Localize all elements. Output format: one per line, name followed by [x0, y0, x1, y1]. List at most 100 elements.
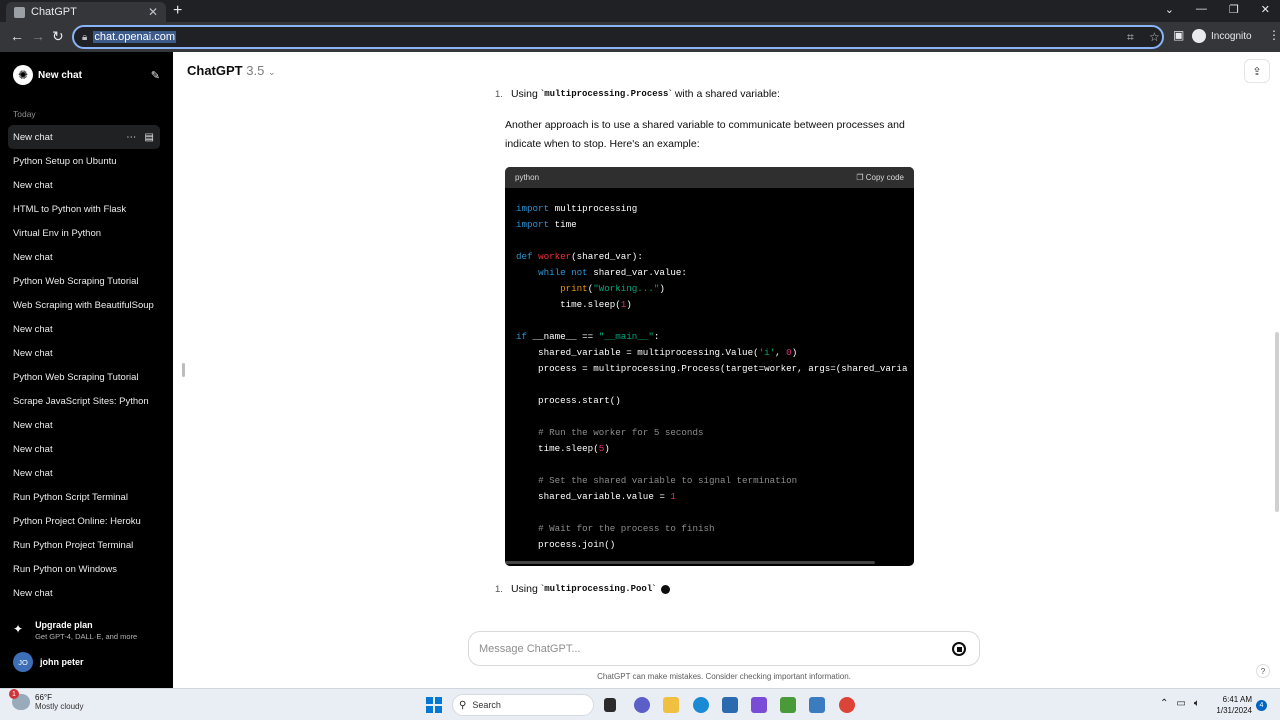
page-scrollbar[interactable]: [1275, 332, 1279, 512]
user-name: john peter: [40, 657, 84, 667]
history-item-label: Python Web Scraping Tutorial: [13, 371, 139, 383]
history-item[interactable]: New chat: [8, 317, 160, 341]
chevron-down-icon: ⌄: [267, 67, 276, 77]
history-item[interactable]: Run Python on Windows: [8, 557, 160, 581]
message-composer[interactable]: [468, 631, 980, 666]
history-item[interactable]: New chat: [8, 413, 160, 437]
user-menu[interactable]: JO john peter: [13, 652, 84, 672]
notification-badge[interactable]: 4: [1256, 700, 1267, 711]
history-item[interactable]: New chat: [8, 581, 160, 605]
history-item[interactable]: New chat: [8, 461, 160, 485]
file-explorer-icon[interactable]: [663, 697, 679, 713]
restore-icon[interactable]: ❐: [1229, 3, 1239, 16]
model-name: ChatGPT: [187, 63, 243, 78]
chat-main: ChatGPT 3.5 ⌄ ⇪ 1. Using ` multiprocessin…: [173, 52, 1280, 688]
windows-start-icon[interactable]: [426, 697, 442, 713]
history-item[interactable]: Python Web Scraping Tutorial: [8, 365, 160, 389]
history-item[interactable]: New chat: [8, 173, 160, 197]
qr-code-icon[interactable]: ⌗: [1127, 30, 1134, 45]
history-item-label: Python Project Online: Heroku: [13, 515, 141, 527]
forward-icon[interactable]: →: [31, 28, 45, 44]
copy-code-button[interactable]: ❐ Copy code: [856, 173, 904, 182]
search-label: Search: [472, 700, 501, 710]
history-item[interactable]: Virtual Env in Python: [8, 221, 160, 245]
history-item[interactable]: New chat: [8, 245, 160, 269]
task-view-icon[interactable]: [604, 698, 616, 712]
openai-logo-icon: ✺: [13, 65, 33, 85]
address-bar[interactable]: 🔒︎ chat.openai.com ⌗ ☆: [72, 25, 1164, 49]
history-item[interactable]: Python Project Online: Heroku: [8, 509, 160, 533]
browser-tab[interactable]: ChatGPT ✕: [6, 2, 166, 22]
clock-date: 1/31/2024: [1216, 706, 1252, 715]
windows-taskbar: 1 66°F Mostly cloudy ⚲ Search ⌃ ▭ 🔈︎ 6:4…: [0, 688, 1280, 720]
taskbar-search[interactable]: ⚲ Search: [452, 694, 594, 716]
history-item[interactable]: New chat: [8, 437, 160, 461]
minimize-icon[interactable]: —: [1196, 3, 1207, 16]
chevron-down-icon[interactable]: ⌄: [1165, 3, 1174, 16]
store-icon[interactable]: [722, 697, 738, 713]
history-item-label: Run Python Project Terminal: [13, 539, 134, 551]
code-line: time.sleep(1): [516, 299, 632, 310]
new-tab-icon[interactable]: +: [173, 2, 182, 20]
teams-chat-icon[interactable]: [634, 697, 650, 713]
reload-icon[interactable]: ↻: [52, 28, 64, 45]
history-item[interactable]: Python Setup on Ubuntu: [8, 149, 160, 173]
history-item-label: New chat: [13, 251, 53, 263]
history-item[interactable]: New chat: [8, 341, 160, 365]
url-text[interactable]: chat.openai.com: [93, 31, 177, 43]
history-item[interactable]: Scrape JavaScript Sites: Python: [8, 389, 160, 413]
lock-icon[interactable]: 🔒︎: [82, 32, 87, 43]
help-button[interactable]: ?: [1256, 664, 1270, 678]
close-tab-icon[interactable]: ✕: [148, 5, 158, 19]
more-options-icon[interactable]: ⋯: [126, 132, 136, 143]
browser-menu-icon[interactable]: ⋮: [1268, 28, 1280, 42]
archive-icon[interactable]: ▤: [145, 132, 154, 143]
history-item[interactable]: Python Web Scraping Tutorial: [8, 269, 160, 293]
side-panel-icon[interactable]: ▣: [1173, 28, 1184, 42]
history-item[interactable]: New chat ⋯ ▤: [8, 125, 160, 149]
message-input[interactable]: [479, 640, 919, 658]
list-suffix: `: [652, 583, 656, 595]
window-controls: ⌄ — ❐ ✕: [1165, 3, 1270, 16]
close-window-icon[interactable]: ✕: [1261, 3, 1270, 16]
sidebar-resize-handle[interactable]: [182, 363, 185, 377]
stop-generating-button[interactable]: [952, 642, 966, 656]
photos-icon[interactable]: [809, 697, 825, 713]
weather-widget[interactable]: 1 66°F Mostly cloudy: [9, 689, 83, 711]
compose-icon[interactable]: ✎: [151, 69, 160, 82]
network-icon[interactable]: ▭: [1176, 698, 1185, 709]
upgrade-plan-button[interactable]: ✦ Upgrade plan Get GPT-4, DALL·E, and mo…: [13, 620, 137, 641]
notepad-icon[interactable]: [780, 697, 796, 713]
app-icon[interactable]: [751, 697, 767, 713]
new-chat-button[interactable]: ✺ New chat ✎: [8, 62, 160, 88]
code-line: process = multiprocessing.Process(target…: [516, 363, 908, 374]
inline-code: multiprocessing.Pool: [544, 584, 653, 594]
incognito-icon: [1192, 29, 1206, 43]
back-icon[interactable]: ←: [10, 28, 24, 44]
history-item[interactable]: Run Python Script Terminal: [8, 485, 160, 509]
history-item-label: New chat: [13, 419, 53, 431]
model-selector[interactable]: ChatGPT 3.5 ⌄: [187, 63, 276, 78]
code-line: if __name__ == "__main__":: [516, 331, 660, 342]
clock[interactable]: 6:41 AM 1/31/2024: [1214, 694, 1252, 716]
share-button[interactable]: ⇪: [1244, 59, 1270, 83]
chrome-icon[interactable]: [839, 697, 855, 713]
search-icon: ⚲: [459, 699, 467, 711]
code-block: python ❐ Copy code import multiprocessin…: [505, 167, 914, 566]
copy-code-label: Copy code: [865, 173, 904, 182]
history-item[interactable]: Run Python Project Terminal: [8, 533, 160, 557]
code-horizontal-scrollbar[interactable]: [505, 561, 875, 564]
chatgpt-favicon-icon: [14, 6, 25, 18]
history-item[interactable]: HTML to Python with Flask: [8, 197, 160, 221]
chevron-up-icon[interactable]: ⌃: [1160, 698, 1168, 709]
history-item[interactable]: Web Scraping with BeautifulSoup: [8, 293, 160, 317]
stop-icon: [956, 646, 962, 652]
code-language: python: [515, 173, 540, 182]
incognito-indicator[interactable]: Incognito: [1192, 29, 1252, 43]
bookmark-star-icon[interactable]: ☆: [1149, 30, 1160, 44]
volume-icon[interactable]: 🔈︎: [1194, 698, 1200, 709]
new-chat-label: New chat: [38, 69, 82, 81]
edge-icon[interactable]: [693, 697, 709, 713]
